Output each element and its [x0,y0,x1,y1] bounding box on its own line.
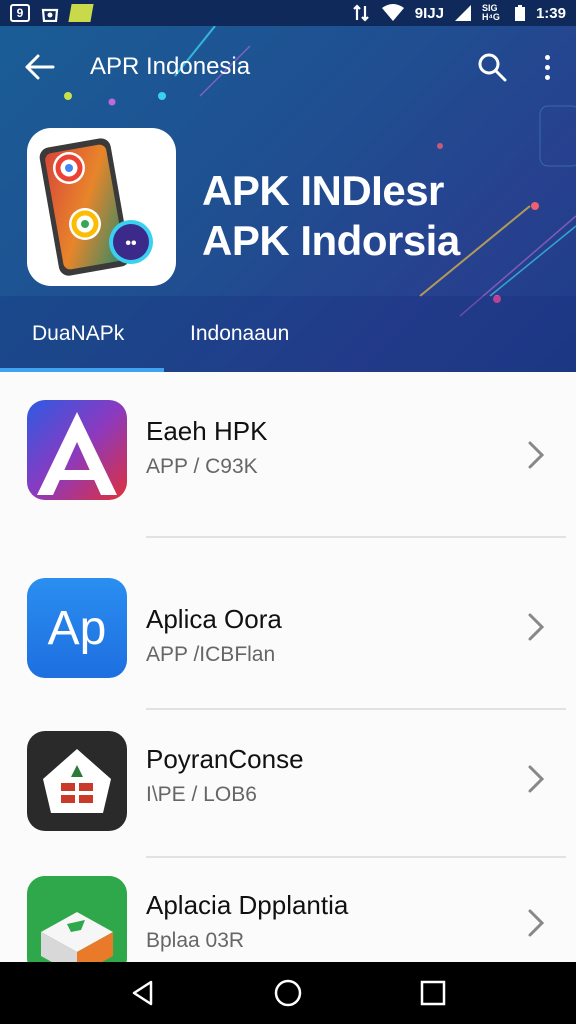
app-header: APR Indonesia •• APK INDIesr APK Indorsi… [0,26,576,372]
list-item-title: Aplacia Dpplantia [146,890,349,920]
list-item-subtitle: APP /ICBFlan [146,643,276,666]
chevron-right-icon [528,765,545,793]
hero-line-2: APK Indorsia [202,217,460,264]
nav-home-icon[interactable] [268,973,308,1013]
list-item[interactable]: Eaeh HPK APP / C93K [0,372,566,536]
tab-second[interactable]: Indonaaun [164,296,289,372]
list-item-subtitle: I\PE / LOB6 [146,783,257,806]
notification-icon: 9 [10,4,30,22]
list-item-text: PoyranConse I\PE / LOB6 [146,744,304,807]
chevron-right-icon [528,441,545,469]
nav-back-icon[interactable] [123,973,163,1013]
network-labels: SIG H⁴G [482,4,504,22]
list-item-title: Eaeh HPK [146,416,268,446]
list-item-subtitle: Bplaa 03R [146,929,245,952]
tab-first[interactable]: DuaNAPk [0,296,164,372]
chevron-right-icon [528,613,545,641]
list-item-text: Aplica Oora APP /ICBFlan [146,604,282,667]
hero-title: APK INDIesr APK Indorsia [202,166,460,266]
app-notification-icon [68,4,94,22]
a-letter-app-icon [27,400,127,500]
chevron-right-icon [528,909,545,937]
navigation-bar [0,962,576,1024]
battery-icon [514,5,525,21]
app-logo: •• [27,128,176,286]
svg-text:••: •• [125,235,137,252]
search-icon[interactable] [474,49,510,85]
list-item-text: Eaeh HPK APP / C93K [146,416,267,479]
nav-recents-icon[interactable] [413,973,453,1013]
hero-line-1: APK INDIesr [202,167,444,214]
notification-icon-text: 9 [16,6,24,20]
list-item-title: PoyranConse [146,744,304,774]
green-box-app-icon [27,876,127,962]
cell-signal-icon [454,5,471,21]
tab-first-label: DuaNAPk [32,322,125,345]
more-options-icon[interactable] [540,49,554,85]
list-item[interactable]: PoyranConse I\PE / LOB6 [0,710,566,856]
network-label-2: H⁴G [481,12,500,22]
list-item-title: Aplica Oora [146,604,282,634]
wifi-icon [381,4,404,21]
toolbar-title: APR Indonesia [90,53,251,80]
data-arrows-icon [352,4,369,22]
tab-second-label: Indonaaun [190,322,290,345]
list-item[interactable]: Ap Aplica Oora APP /ICBFlan [0,538,566,708]
list-item[interactable]: Aplacia Dpplantia Bplaa 03R [0,858,566,962]
house-app-icon [27,731,127,831]
ap-app-icon: Ap [27,578,127,678]
app-list: Eaeh HPK APP / C93K Ap Aplica Oora APP /… [0,372,576,962]
bag-icon [41,8,59,22]
clock: 1:39 [535,4,566,22]
status-bar: 9 9IJJ SIG H⁴G 1:39 [0,0,576,26]
back-arrow-icon[interactable] [22,49,58,85]
svg-text:Ap: Ap [48,602,107,655]
toolbar: APR Indonesia [0,26,576,108]
list-item-text: Aplacia Dpplantia Bplaa 03R [146,890,348,953]
signal-text: 9IJJ [414,4,444,22]
tab-bar: DuaNAPk Indonaaun [0,296,576,372]
list-item-subtitle: APP / C93K [146,455,258,478]
